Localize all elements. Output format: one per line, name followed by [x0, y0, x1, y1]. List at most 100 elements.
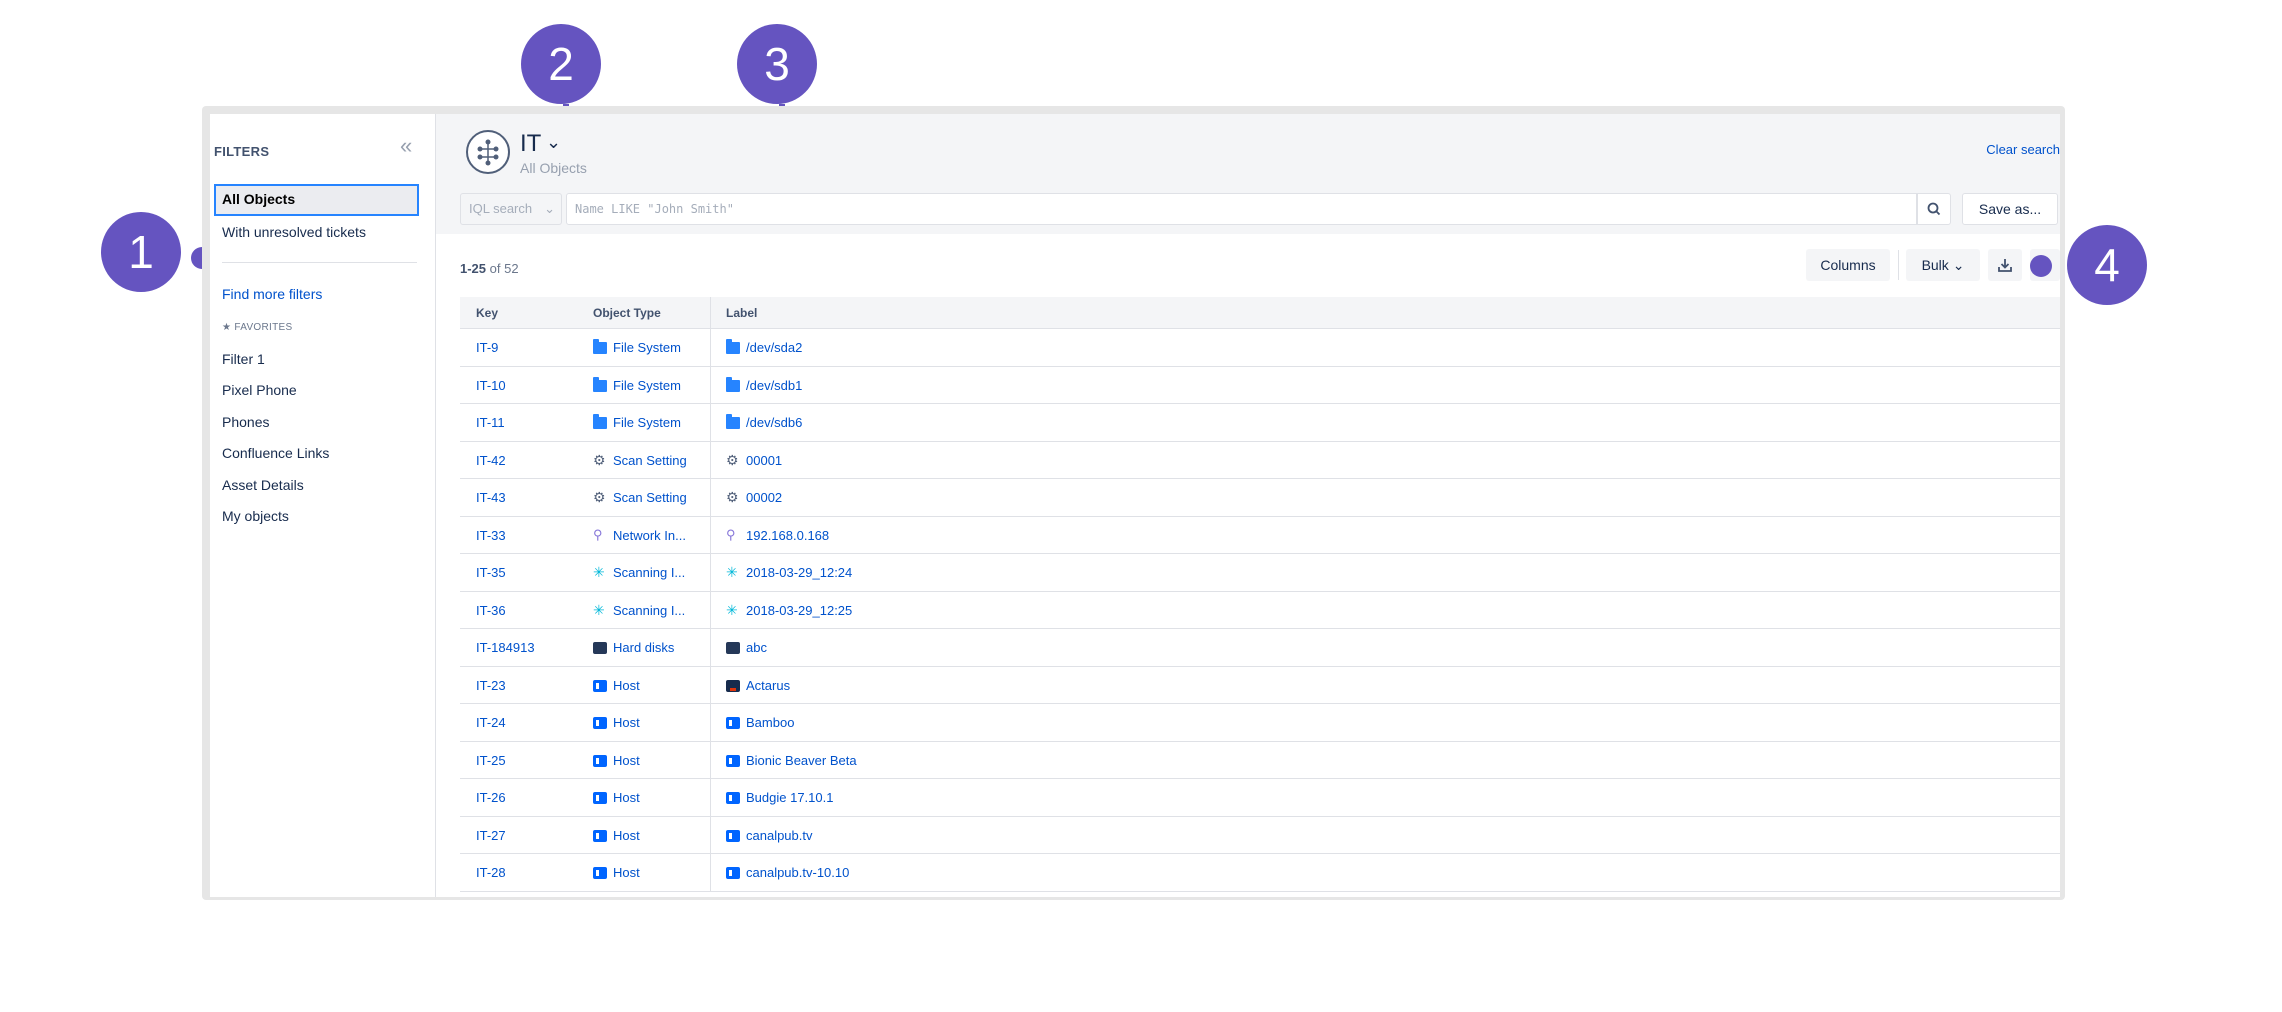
object-type-link[interactable]: Hard disks	[613, 629, 674, 666]
filters-sidebar: FILTERS « All Objects With unresolved ti…	[210, 114, 436, 897]
favorite-filter-1[interactable]: Filter 1	[222, 351, 265, 367]
object-label-link[interactable]: 00001	[746, 442, 782, 479]
object-key-link[interactable]: IT-11	[476, 404, 505, 441]
network-icon: ⚲	[593, 526, 603, 542]
column-divider	[710, 516, 711, 553]
object-label-link[interactable]: Bamboo	[746, 704, 794, 741]
favorite-phones[interactable]: Phones	[222, 414, 269, 430]
host-icon	[593, 829, 607, 842]
table-row[interactable]: IT-10 File System/dev/sdb1	[460, 366, 2060, 404]
chevron-down-icon: ⌄	[544, 201, 555, 216]
object-label-link[interactable]: canalpub.tv-10.10	[746, 854, 849, 891]
table-row[interactable]: IT-9 File System/dev/sda2	[460, 329, 2060, 367]
object-label-link[interactable]: abc	[746, 629, 767, 666]
objects-table: Key Object Type Label IT-9 File System/de…	[460, 297, 2060, 892]
column-header-label[interactable]: Label	[726, 297, 757, 329]
object-label-link[interactable]: 2018-03-29_12:24	[746, 554, 852, 591]
object-type-link[interactable]: Scanning I...	[613, 592, 685, 629]
object-type-link[interactable]: Scanning I...	[613, 554, 685, 591]
table-row[interactable]: IT-43 ⚙ Scan Setting ⚙ 00002	[460, 479, 2060, 517]
table-row[interactable]: IT-26 Host Budgie 17.10.1	[460, 779, 2060, 817]
object-type-link[interactable]: Host	[613, 742, 640, 779]
object-type-link[interactable]: Host	[613, 779, 640, 816]
iql-search-dropdown[interactable]: IQL search ⌄	[460, 193, 562, 225]
table-row[interactable]: IT-11 File System/dev/sdb6	[460, 404, 2060, 442]
object-key-link[interactable]: IT-184913	[476, 629, 535, 666]
object-label-link[interactable]: /dev/sda2	[746, 329, 802, 366]
table-header: Key Object Type Label	[460, 297, 2060, 329]
favorite-confluence-links[interactable]: Confluence Links	[222, 445, 329, 461]
folder-icon	[593, 376, 607, 392]
object-key-link[interactable]: IT-43	[476, 479, 506, 516]
folder-icon	[726, 376, 740, 392]
collapse-sidebar-icon[interactable]: «	[400, 135, 422, 158]
star-icon: ★	[222, 322, 232, 333]
filter-with-unresolved-tickets[interactable]: With unresolved tickets	[214, 217, 419, 249]
table-row[interactable]: IT-36 ✳ Scanning I... ✳ 2018-03-29_12:25	[460, 591, 2060, 629]
object-type-link[interactable]: File System	[613, 404, 681, 441]
iql-search-input[interactable]	[566, 193, 1917, 225]
favorite-asset-details[interactable]: Asset Details	[222, 477, 304, 493]
clear-search-link[interactable]: Clear search	[1986, 142, 2060, 157]
object-type-link[interactable]: Host	[613, 817, 640, 854]
folder-icon	[593, 339, 607, 354]
table-row[interactable]: IT-27 Host canalpub.tv	[460, 816, 2060, 854]
object-label-link[interactable]: 192.168.0.168	[746, 517, 829, 554]
host-icon	[593, 679, 607, 692]
table-row[interactable]: IT-184913 Hard disks abc	[460, 629, 2060, 667]
column-header-key[interactable]: Key	[476, 297, 498, 329]
object-key-link[interactable]: IT-24	[476, 704, 506, 741]
table-body: IT-9 File System/dev/sda2 IT-10 File System…	[460, 329, 2060, 892]
table-row[interactable]: IT-35 ✳ Scanning I... ✳ 2018-03-29_12:24	[460, 554, 2060, 592]
table-row[interactable]: IT-24 Host Bamboo	[460, 704, 2060, 742]
search-button[interactable]	[1917, 193, 1951, 225]
object-key-link[interactable]: IT-26	[476, 779, 506, 816]
object-type-link[interactable]: Scan Setting	[613, 479, 687, 516]
favorite-my-objects[interactable]: My objects	[222, 508, 289, 524]
object-label-link[interactable]: Bionic Beaver Beta	[746, 742, 857, 779]
table-row[interactable]: IT-33 ⚲ Network In... ⚲ 192.168.0.168	[460, 516, 2060, 554]
object-label-link[interactable]: Actarus	[746, 667, 790, 704]
object-key-link[interactable]: IT-28	[476, 854, 506, 891]
object-type-link[interactable]: File System	[613, 329, 681, 366]
object-label-link[interactable]: /dev/sdb6	[746, 404, 802, 441]
object-key-link[interactable]: IT-23	[476, 667, 506, 704]
object-type-link[interactable]: Host	[613, 854, 640, 891]
gear-icon: ⚙	[726, 451, 739, 468]
object-type-link[interactable]: Network In...	[613, 517, 686, 554]
object-type-link[interactable]: Host	[613, 667, 640, 704]
table-row[interactable]: IT-25 Host Bionic Beaver Beta	[460, 741, 2060, 779]
object-label-link[interactable]: 2018-03-29_12:25	[746, 592, 852, 629]
columns-button[interactable]: Columns	[1806, 249, 1890, 281]
bulk-button[interactable]: Bulk ⌄	[1906, 249, 1980, 281]
object-key-link[interactable]: IT-9	[476, 329, 498, 366]
object-type-link[interactable]: Host	[613, 704, 640, 741]
search-icon	[1927, 202, 1941, 216]
object-key-link[interactable]: IT-42	[476, 442, 506, 479]
table-row[interactable]: IT-23 Host Actarus	[460, 666, 2060, 704]
object-type-link[interactable]: Scan Setting	[613, 442, 687, 479]
find-more-filters-link[interactable]: Find more filters	[222, 286, 322, 302]
object-key-link[interactable]: IT-33	[476, 517, 506, 554]
column-divider	[710, 816, 711, 853]
table-row[interactable]: IT-28 Host canalpub.tv-10.10	[460, 854, 2060, 892]
object-label-link[interactable]: canalpub.tv	[746, 817, 813, 854]
sidebar-divider	[222, 262, 417, 263]
object-key-link[interactable]: IT-10	[476, 367, 506, 404]
save-as-button[interactable]: Save as...	[1962, 193, 2058, 225]
schema-chevron-down-icon[interactable]: ⌄	[546, 132, 561, 153]
table-row[interactable]: IT-42 ⚙ Scan Setting ⚙ 00001	[460, 441, 2060, 479]
export-button[interactable]	[1988, 249, 2022, 281]
object-label-link[interactable]: 00002	[746, 479, 782, 516]
column-divider	[710, 404, 711, 441]
object-key-link[interactable]: IT-27	[476, 817, 506, 854]
object-label-link[interactable]: Budgie 17.10.1	[746, 779, 833, 816]
object-key-link[interactable]: IT-25	[476, 742, 506, 779]
filter-all-objects[interactable]: All Objects	[214, 184, 419, 216]
object-key-link[interactable]: IT-36	[476, 592, 506, 629]
object-type-link[interactable]: File System	[613, 367, 681, 404]
favorite-pixel-phone[interactable]: Pixel Phone	[222, 382, 297, 398]
object-label-link[interactable]: /dev/sdb1	[746, 367, 802, 404]
object-key-link[interactable]: IT-35	[476, 554, 506, 591]
column-header-object-type[interactable]: Object Type	[593, 297, 661, 329]
